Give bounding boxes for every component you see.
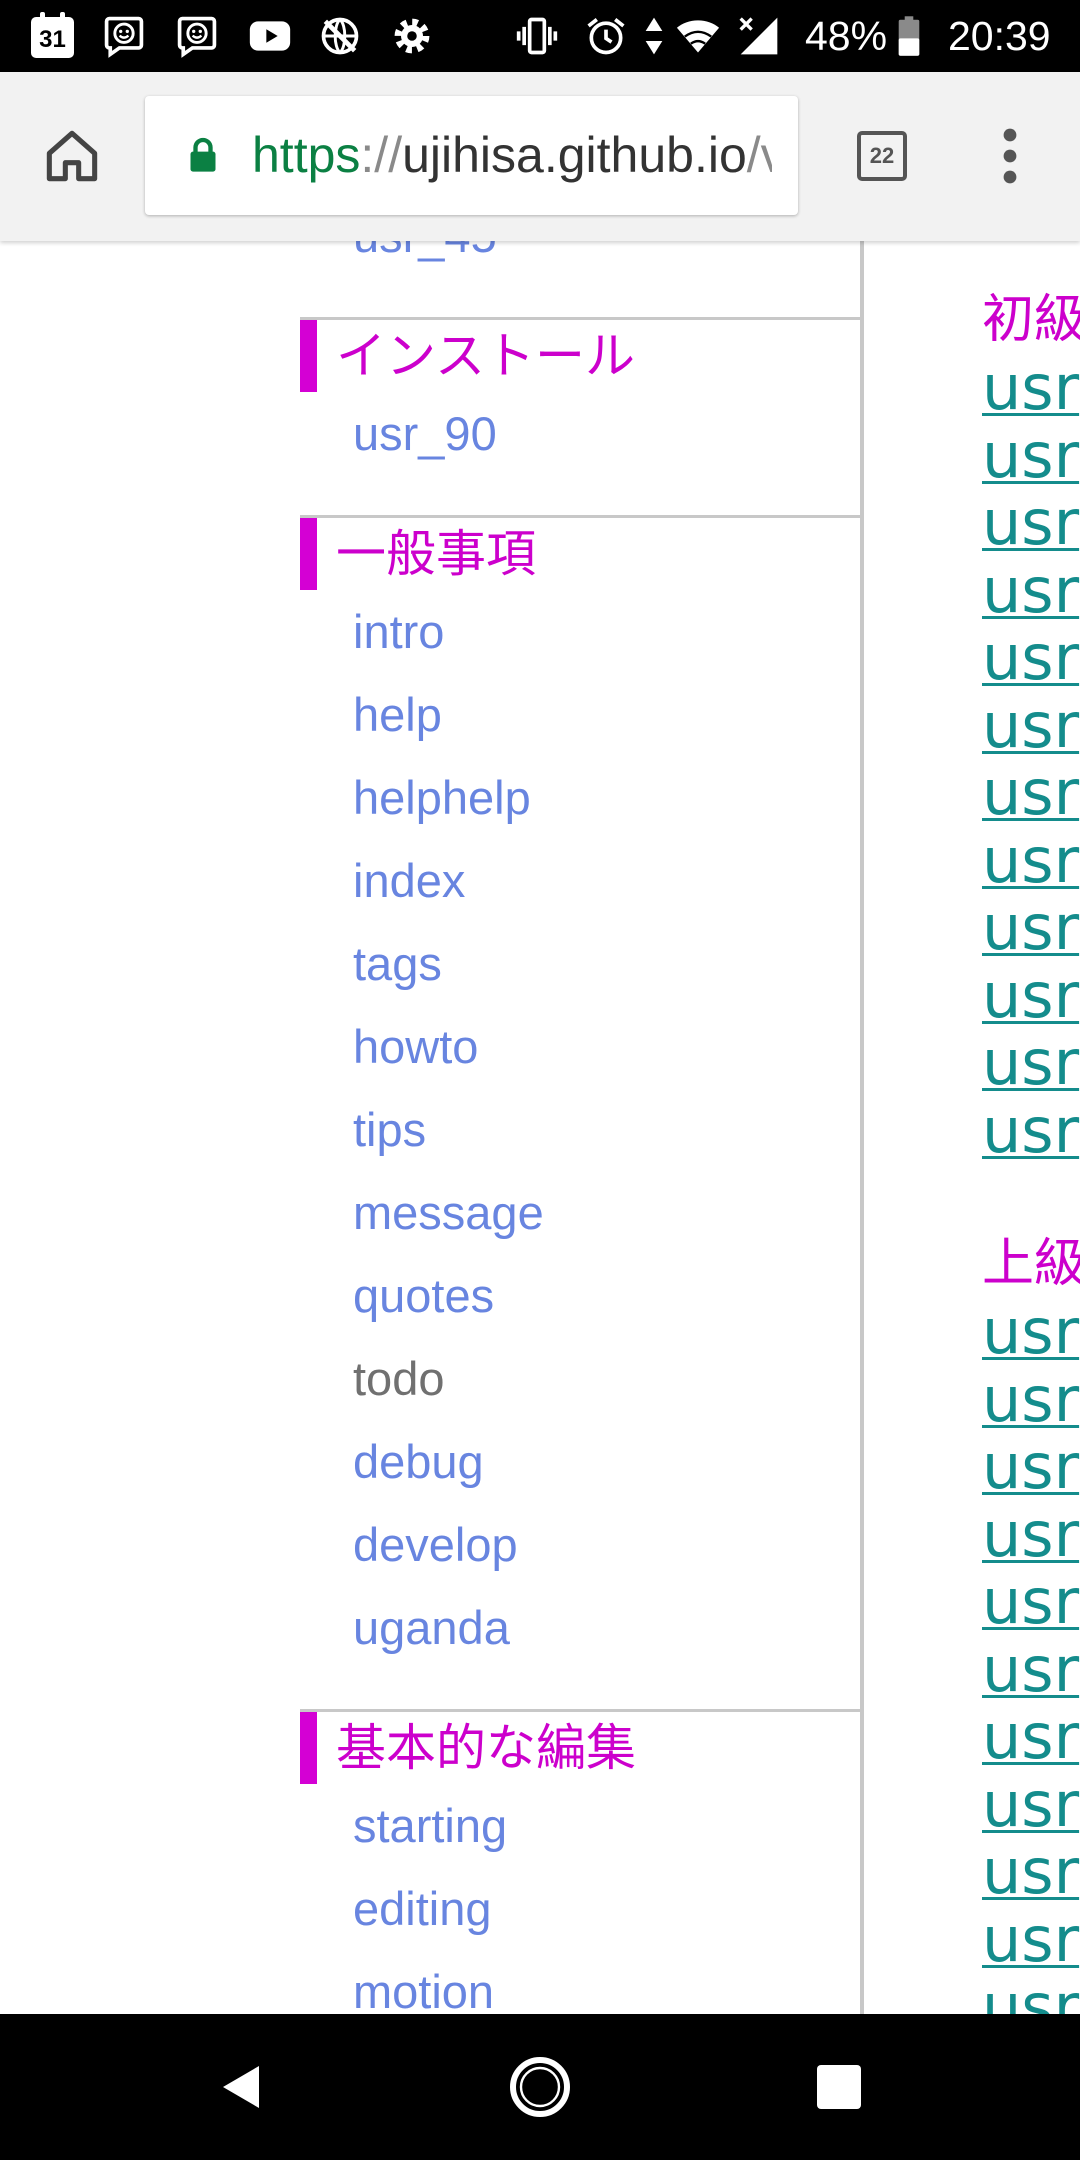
sidebar-section: 基本的な編集 starting editing motion (300, 1709, 861, 2014)
main-column: 初級 usr usr usr usr usr usr usr usr usr u… (982, 287, 1080, 2014)
tab-count: 22 (869, 143, 895, 168)
calendar-day: 31 (39, 26, 66, 53)
clock-time: 20:39 (948, 13, 1051, 59)
tab-switcher-button[interactable]: 22 (857, 131, 907, 181)
main-link[interactable]: usr (982, 1096, 1080, 1165)
wifi-icon (672, 14, 724, 58)
main-link[interactable]: usr (982, 556, 1080, 625)
main-link[interactable]: usr (982, 1973, 1080, 2014)
chat-face-icon (102, 14, 146, 58)
lock-icon[interactable] (183, 135, 223, 175)
main-link[interactable]: usr (982, 354, 1080, 422)
sidebar-link[interactable]: tips (300, 1088, 861, 1171)
sidebar-link[interactable]: index (300, 839, 861, 922)
main-link[interactable]: usr (982, 1029, 1080, 1097)
main-link[interactable]: usr (982, 1703, 1080, 1771)
data-arrows-icon (644, 16, 664, 56)
main-link[interactable]: usr (982, 759, 1080, 827)
url-path: /v (746, 127, 772, 183)
recents-icon[interactable] (807, 2055, 871, 2119)
url-scheme: https (252, 127, 361, 183)
gear-icon (390, 14, 434, 58)
column-divider (860, 241, 864, 2014)
sidebar-link[interactable]: uganda (300, 1586, 861, 1669)
battery-percent: 48% (805, 13, 888, 59)
main-link[interactable]: usr (982, 1298, 1080, 1366)
main-link[interactable]: usr (982, 1568, 1080, 1636)
sidebar-link[interactable]: debug (300, 1420, 861, 1503)
sidebar-link[interactable]: editing (300, 1867, 861, 1950)
sidebar-link[interactable]: usr_45 (300, 241, 861, 277)
sidebar-section: 一般事項 intro help helphelp index tags howt… (300, 515, 861, 1669)
phone-screen: 31 48% 20:39 https://ujihisa.github.io/ … (0, 0, 1080, 2160)
calendar-icon: 31 (31, 12, 74, 58)
page-content: usr_45 インストール usr_90 一般事項 intro help hel… (0, 241, 1080, 2014)
sidebar-link-visited[interactable]: todo (300, 1337, 861, 1420)
sidebar-link[interactable]: helphelp (300, 756, 861, 839)
main-link[interactable]: usr (982, 691, 1080, 760)
youtube-icon (246, 14, 294, 58)
home-circle-icon[interactable] (508, 2055, 572, 2119)
url-bar[interactable]: https://ujihisa.github.io/v (145, 96, 798, 215)
url-separator: :// (360, 127, 403, 183)
more-vert-icon[interactable] (996, 125, 1024, 187)
sidebar-link[interactable]: howto (300, 1005, 861, 1088)
main-link[interactable]: usr (982, 1838, 1080, 1906)
signal-no-data-icon (736, 14, 782, 58)
sidebar-link[interactable]: motion (300, 1950, 861, 2014)
group-title: 上級 (982, 1234, 1080, 1294)
main-link[interactable]: usr (982, 961, 1080, 1030)
status-bar: 31 48% 20:39 (0, 0, 1080, 72)
main-link[interactable]: usr (982, 1635, 1080, 1704)
main-link[interactable]: usr (982, 1500, 1080, 1569)
navigation-bar (0, 2014, 1080, 2160)
home-icon (46, 130, 98, 182)
main-link[interactable]: usr (982, 1770, 1080, 1839)
sidebar: usr_45 インストール usr_90 一般事項 intro help hel… (300, 241, 861, 2014)
main-link[interactable]: usr (982, 1365, 1080, 1434)
main-link[interactable]: usr (982, 624, 1080, 692)
home-button[interactable] (40, 124, 104, 188)
section-title: 基本的な編集 (300, 1712, 861, 1784)
globe-slash-icon (318, 14, 362, 58)
url-host: ujihisa.github.io (402, 127, 747, 183)
section-title: 一般事項 (300, 518, 861, 590)
main-link[interactable]: usr (982, 1905, 1080, 1974)
sidebar-link[interactable]: message (300, 1171, 861, 1254)
main-link[interactable]: usr (982, 826, 1080, 895)
sidebar-link[interactable]: starting (300, 1784, 861, 1867)
sidebar-link[interactable]: intro (300, 590, 861, 673)
main-link[interactable]: usr (982, 421, 1080, 490)
sidebar-section: インストール usr_90 (300, 317, 861, 475)
main-link[interactable]: usr (982, 894, 1080, 962)
browser-toolbar: https://ujihisa.github.io/v 22 (0, 72, 1080, 241)
group-title: 初級 (982, 290, 1080, 350)
main-link[interactable]: usr (982, 489, 1080, 557)
vibrate-icon (512, 14, 562, 58)
sidebar-link[interactable]: develop (300, 1503, 861, 1586)
back-icon[interactable] (209, 2055, 273, 2119)
sidebar-link[interactable]: help (300, 673, 861, 756)
alarm-icon (583, 14, 629, 58)
url-text[interactable]: https://ujihisa.github.io/v (252, 96, 772, 215)
main-link[interactable]: usr (982, 1433, 1080, 1501)
sidebar-link[interactable]: usr_90 (300, 392, 861, 475)
section-title: インストール (300, 320, 861, 392)
sidebar-partial-group: usr_45 (300, 241, 861, 277)
sidebar-link[interactable]: quotes (300, 1254, 861, 1337)
sidebar-link[interactable]: tags (300, 922, 861, 1005)
battery-icon (897, 14, 921, 58)
chat-face-icon (175, 14, 219, 58)
